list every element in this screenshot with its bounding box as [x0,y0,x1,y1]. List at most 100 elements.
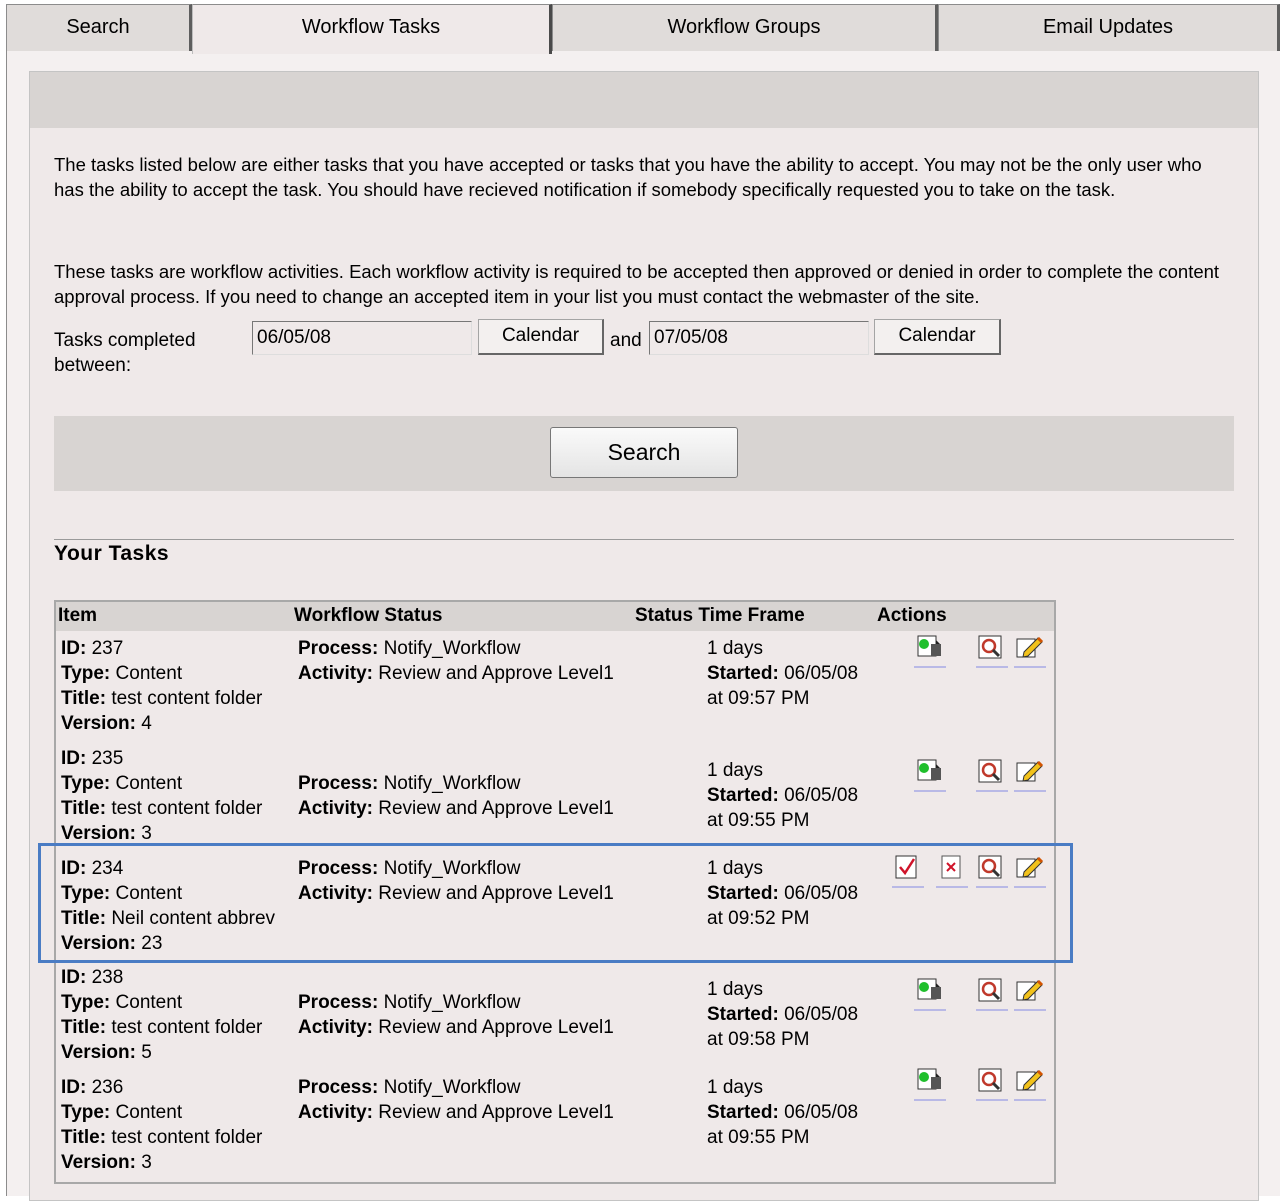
table-row: ID: 236 Type: Content Title: test content … [56,1068,1054,1181]
preview-icon[interactable] [976,634,1008,668]
activity-value: Review and Approve Level1 [378,1017,614,1038]
edit-icon[interactable] [1014,854,1046,888]
process-value: Notify_Workflow [383,773,521,794]
activity-label: Activity: [298,1017,373,1038]
version-value: 4 [141,713,152,734]
header-bar [30,72,1258,128]
section-divider [54,539,1234,540]
time-frame-cell: 1 days Started: 06/05/08 at 09:55 PM [707,758,858,833]
process-label: Process: [298,1077,379,1098]
activity-value: Review and Approve Level1 [378,883,614,904]
id-label: ID: [61,748,87,769]
started-value: 06/05/08 [784,883,859,904]
process-value: Notify_Workflow [383,1077,521,1098]
type-value: Content [115,992,183,1013]
title-value: test content folder [111,798,263,819]
type-value: Content [115,883,183,904]
preview-icon[interactable] [976,854,1008,888]
from-date-input[interactable] [252,321,472,355]
tasks-container: The tasks listed below are either tasks … [29,71,1259,1201]
type-label: Type: [61,992,111,1013]
started-value: 06/05/08 [784,1102,859,1123]
process-label: Process: [298,858,379,879]
workflow-status-cell: Process: Notify_Workflow Activity: Review… [298,1075,614,1125]
process-value: Notify_Workflow [383,992,521,1013]
preview-icon[interactable] [976,977,1008,1011]
table-row: ID: 235 Type: Content Title: test content … [56,742,1054,852]
preview-icon[interactable] [976,758,1008,792]
id-value: 238 [91,967,124,988]
title-value: test content folder [111,688,263,709]
item-cell: ID: 235 Type: Content Title: test content … [61,746,262,846]
version-label: Version: [61,1152,136,1173]
id-value: 235 [91,748,124,769]
tab-workflow-groups[interactable]: Workflow Groups [552,4,938,52]
tasks-table: Item Workflow Status Status Time Frame A… [54,600,1056,1184]
item-cell: ID: 237 Type: Content Title: test content … [61,636,262,736]
to-calendar-button[interactable]: Calendar [874,319,1001,355]
started-label: Started: [707,883,779,904]
started-label: Started: [707,1102,779,1123]
accept-task-icon[interactable] [914,758,946,792]
activity-value: Review and Approve Level1 [378,663,614,684]
header-actions: Actions [877,605,947,626]
days-value: 1 days [707,760,763,781]
title-label: Title: [61,908,107,929]
version-value: 23 [141,933,163,954]
type-value: Content [115,663,183,684]
workflow-status-cell: Process: Notify_Workflow Activity: Review… [298,771,614,821]
started-label: Started: [707,1004,779,1025]
header-item: Item [58,605,98,626]
tab-workflow-tasks[interactable]: Workflow Tasks [192,4,552,54]
title-label: Title: [61,1127,107,1148]
time-frame-cell: 1 days Started: 06/05/08 at 09:57 PM [707,636,858,711]
search-button[interactable]: Search [550,427,738,478]
version-label: Version: [61,933,136,954]
process-label: Process: [298,992,379,1013]
id-value: 236 [91,1077,124,1098]
deny-icon[interactable] [936,854,968,888]
version-value: 5 [141,1042,152,1063]
tab-search[interactable]: Search [6,4,192,52]
type-value: Content [115,1102,183,1123]
edit-icon[interactable] [1014,634,1046,668]
table-row: ID: 237 Type: Content Title: test content … [56,632,1054,742]
accept-task-icon[interactable] [914,634,946,668]
to-date-input[interactable] [649,321,869,355]
header-status-time-frame: Status Time Frame [635,605,805,626]
edit-icon[interactable] [1014,758,1046,792]
preview-icon[interactable] [976,1067,1008,1101]
time-frame-cell: 1 days Started: 06/05/08 at 09:52 PM [707,856,858,931]
id-value: 237 [91,638,124,659]
started-value: 06/05/08 [784,1004,859,1025]
started-time: at 09:57 PM [707,688,810,709]
started-time: at 09:55 PM [707,1127,810,1148]
edit-icon[interactable] [1014,977,1046,1011]
approve-icon[interactable] [892,854,924,888]
version-value: 3 [141,823,152,844]
search-bar: Search [54,416,1234,491]
activity-value: Review and Approve Level1 [378,1102,614,1123]
date-range-label: Tasks completed between: [54,330,196,376]
content-panel: The tasks listed below are either tasks … [6,51,1280,1201]
from-calendar-button[interactable]: Calendar [478,319,604,355]
version-label: Version: [61,1042,136,1063]
workflow-status-cell: Process: Notify_Workflow Activity: Review… [298,990,614,1040]
activity-label: Activity: [298,798,373,819]
started-time: at 09:52 PM [707,908,810,929]
days-value: 1 days [707,1077,763,1098]
tab-email-updates[interactable]: Email Updates [938,4,1280,52]
days-value: 1 days [707,638,763,659]
accept-task-icon[interactable] [914,1067,946,1101]
started-time: at 09:55 PM [707,810,810,831]
table-row: ID: 238 Type: Content Title: test content … [56,961,1054,1071]
type-label: Type: [61,883,111,904]
started-time: at 09:58 PM [707,1029,810,1050]
process-label: Process: [298,638,379,659]
edit-icon[interactable] [1014,1067,1046,1101]
accept-task-icon[interactable] [914,977,946,1011]
intro-paragraph-2: These tasks are workflow activities. Eac… [54,261,1220,307]
version-label: Version: [61,823,136,844]
type-label: Type: [61,773,111,794]
started-value: 06/05/08 [784,663,859,684]
